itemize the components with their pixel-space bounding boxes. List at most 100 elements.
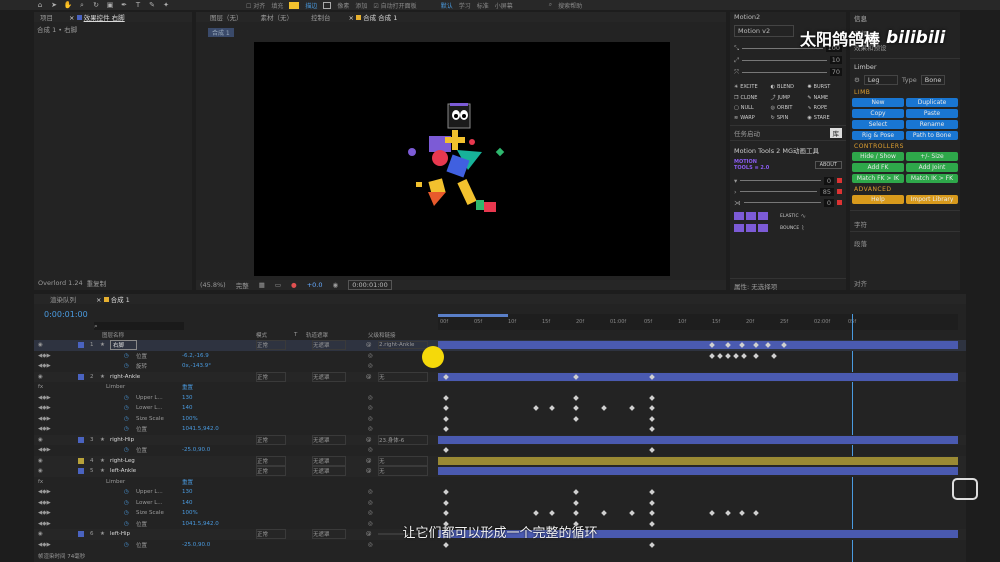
keyframe[interactable] (739, 510, 745, 516)
keyframe[interactable] (649, 394, 655, 401)
reset-link[interactable]: 重置 (182, 478, 193, 486)
layer-mode[interactable]: 正常 (256, 340, 286, 351)
keyframe[interactable] (717, 352, 723, 359)
keyframe[interactable] (443, 541, 449, 548)
layer-mode[interactable]: 正常 (256, 434, 286, 445)
name-button[interactable]: ✎ NAME (807, 94, 842, 101)
layer-parent[interactable]: 无 (378, 466, 428, 477)
expression-icon[interactable]: ◎ (368, 416, 373, 422)
tab-footage[interactable]: 素材（无） (255, 12, 300, 22)
type-select[interactable]: Bone (920, 75, 946, 85)
mt-grid-cell[interactable] (758, 224, 768, 232)
search-icon[interactable]: ⌕ (549, 1, 552, 9)
layer-parent[interactable]: 无 (378, 371, 428, 382)
add-joint-button[interactable]: Add Joint (906, 163, 958, 172)
layer-duration-bar[interactable] (438, 456, 958, 465)
reset-link[interactable]: 重置 (182, 383, 193, 391)
keyframe-nav-icon[interactable]: ◀◆▶ (38, 395, 51, 401)
property-row[interactable]: ◀◆▶ ◷ 旋转 0x,-143.9° ◎ (34, 361, 966, 372)
property-value[interactable]: 140 (182, 500, 193, 506)
property-row[interactable]: ◀◆▶ ◷ Size Scale 100% ◎ (34, 414, 966, 425)
align-item[interactable]: 对齐 (850, 276, 871, 290)
label-color[interactable] (78, 468, 84, 475)
stroke-swatch[interactable] (323, 1, 332, 9)
ws-standard[interactable]: 标准 (477, 1, 489, 10)
snapshot-icon[interactable]: ◉ (333, 281, 339, 289)
stopwatch-icon[interactable]: ◷ (124, 416, 129, 422)
expression-icon[interactable]: ◎ (368, 426, 373, 432)
keyframe-nav-icon[interactable]: ◀◆▶ (38, 426, 51, 432)
stopwatch-icon[interactable]: ◷ (124, 510, 129, 516)
add-fk-button[interactable]: Add FK (852, 163, 904, 172)
layer-search-input[interactable]: ⌕ (94, 322, 184, 330)
label-color[interactable] (78, 457, 84, 464)
text-tool-icon[interactable]: T (134, 1, 142, 9)
property-value[interactable]: -6.2,-16.9 (182, 353, 209, 359)
home-icon[interactable]: ⌂ (36, 1, 44, 9)
keyframe[interactable] (649, 405, 655, 411)
keyframe[interactable] (733, 352, 739, 359)
layer-parent[interactable]: 23.身体-6 (378, 434, 428, 445)
tab-project[interactable]: 项目 (34, 12, 59, 22)
property-row[interactable]: ◀◆▶ ◷ Upper L... 130 ◎ (34, 487, 966, 498)
library-button[interactable]: 库 (829, 128, 842, 138)
select-tool-icon[interactable]: ➤ (50, 1, 58, 9)
hide-show-button[interactable]: Hide / Show (852, 152, 904, 161)
keyframe[interactable] (443, 499, 449, 506)
tab-effect-controls[interactable]: × 效果控件 右脚 (63, 12, 131, 22)
comp-canvas[interactable] (254, 42, 670, 276)
keyframe[interactable] (649, 510, 655, 516)
mt-value-1[interactable]: 0 (823, 176, 834, 185)
keyframe[interactable] (629, 510, 635, 516)
property-value[interactable]: 1041.5,942.0 (182, 426, 219, 432)
expression-icon[interactable]: ◎ (368, 395, 373, 401)
zoom-tool-icon[interactable]: ⌕ (78, 1, 86, 9)
expression-icon[interactable]: ◎ (368, 542, 373, 548)
keyframe[interactable] (573, 510, 579, 516)
property-value[interactable]: 0x,-143.9° (182, 363, 211, 369)
layer-name[interactable]: 右脚 (110, 340, 138, 351)
keyframe[interactable] (443, 394, 449, 401)
keyframe[interactable] (443, 426, 449, 432)
stopwatch-icon[interactable]: ◷ (124, 521, 129, 527)
parent-pickwhip-icon[interactable]: @ (366, 437, 372, 443)
property-value[interactable]: -25.0,90.0 (182, 542, 210, 548)
mt-grid-cell[interactable] (758, 212, 768, 220)
layer-matte[interactable]: 无遮罩 (312, 466, 346, 477)
new-button[interactable]: New (852, 98, 904, 107)
snap-toggle[interactable]: ☐ 对齐 (246, 1, 265, 10)
help-button[interactable]: Help (852, 195, 904, 204)
layer-row[interactable]: ◉ 5 ★ left-Ankle 正常 无遮罩 @ 无 (34, 466, 966, 477)
gear-icon[interactable]: ⚙ (854, 76, 860, 84)
keyframe[interactable] (649, 447, 655, 453)
keyframe[interactable] (443, 405, 449, 411)
expression-icon[interactable]: ◎ (368, 510, 373, 516)
property-value[interactable]: 130 (182, 395, 193, 401)
keyframe[interactable] (533, 510, 539, 516)
camera-tool-icon[interactable]: ▣ (106, 1, 114, 9)
layer-parent[interactable]: 2.right-Ankle (378, 341, 428, 350)
layer-row[interactable]: ◉ 2 ★ right-Ankle 正常 无遮罩 @ 无 (34, 371, 966, 382)
keyframe-nav-icon[interactable]: ◀◆▶ (38, 542, 51, 548)
keyframe[interactable] (725, 352, 731, 359)
puppet-tool-icon[interactable]: ✦ (162, 1, 170, 9)
zoom-dropdown[interactable]: (45.8%) (200, 281, 226, 289)
stopwatch-icon[interactable]: ◷ (124, 363, 129, 369)
expression-icon[interactable]: ◎ (368, 500, 373, 506)
parent-pickwhip-icon[interactable]: @ (366, 468, 372, 474)
effect-name[interactable]: Limber (106, 384, 125, 390)
keyframe[interactable] (573, 394, 579, 401)
limb-select[interactable]: Leg (863, 75, 898, 85)
keyframe[interactable] (573, 499, 579, 506)
character-item[interactable]: 字符 (850, 210, 960, 231)
keyframe[interactable] (601, 405, 607, 411)
stare-button[interactable]: ◉ STARE (807, 115, 842, 121)
keyframe[interactable] (629, 405, 635, 411)
tv-icon[interactable] (952, 478, 978, 500)
visibility-icon[interactable]: ◉ (38, 458, 43, 464)
visibility-icon[interactable]: ◉ (38, 468, 43, 474)
keyframe[interactable] (649, 489, 655, 495)
property-row[interactable]: ◀◆▶ ◷ 位置 1041.5,942.0 ◎ (34, 424, 966, 435)
keyframe-nav-icon[interactable]: ◀◆▶ (38, 405, 51, 411)
mask-icon[interactable]: ▭ (275, 281, 281, 289)
